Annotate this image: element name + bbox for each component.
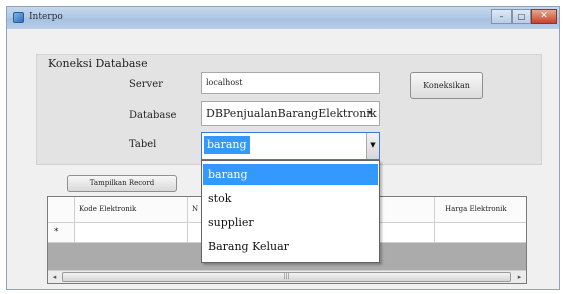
database-select[interactable]: DBPenjualanBarangElektronik: [201, 101, 380, 126]
scroll-left-icon[interactable]: ◂: [48, 271, 61, 283]
window-title: Interpo: [29, 12, 63, 22]
scroll-thumb[interactable]: |||: [62, 272, 511, 282]
column-header[interactable]: Kode Elektronik: [75, 197, 188, 222]
database-label: Database: [129, 110, 177, 121]
close-button[interactable]: ✕: [531, 9, 557, 24]
tabel-selected-value: barang: [204, 136, 250, 154]
chevron-down-icon[interactable]: ▼: [366, 133, 379, 159]
tabel-dropdown-list[interactable]: barang stok supplier Barang Keluar: [201, 160, 380, 263]
table-cell[interactable]: [75, 223, 188, 242]
column-header[interactable]: Harga Elektronik: [435, 197, 526, 222]
tabel-label: Tabel: [129, 139, 157, 150]
new-row-marker: *: [54, 227, 59, 237]
row-header: [48, 223, 75, 242]
server-label: Server: [129, 79, 163, 90]
minimize-button[interactable]: –: [491, 9, 512, 24]
scroll-right-icon[interactable]: ▸: [513, 271, 526, 283]
dropdown-option[interactable]: stok: [203, 188, 378, 209]
dropdown-option[interactable]: supplier: [203, 212, 378, 233]
connect-button[interactable]: Koneksikan: [410, 72, 483, 99]
show-records-button[interactable]: Tampilkan Record: [67, 175, 177, 192]
server-input[interactable]: localhost: [201, 72, 380, 94]
dropdown-option[interactable]: Barang Keluar: [203, 236, 378, 257]
groupbox-label: Koneksi Database: [48, 57, 148, 70]
maximize-button[interactable]: □: [512, 9, 531, 24]
app-icon: [13, 12, 24, 23]
table-cell[interactable]: [435, 223, 526, 242]
titlebar[interactable]: Interpo – □ ✕: [7, 7, 559, 29]
row-header-corner: [48, 197, 75, 222]
dropdown-option[interactable]: barang: [203, 164, 378, 185]
chevron-down-icon[interactable]: ▾: [368, 108, 372, 117]
